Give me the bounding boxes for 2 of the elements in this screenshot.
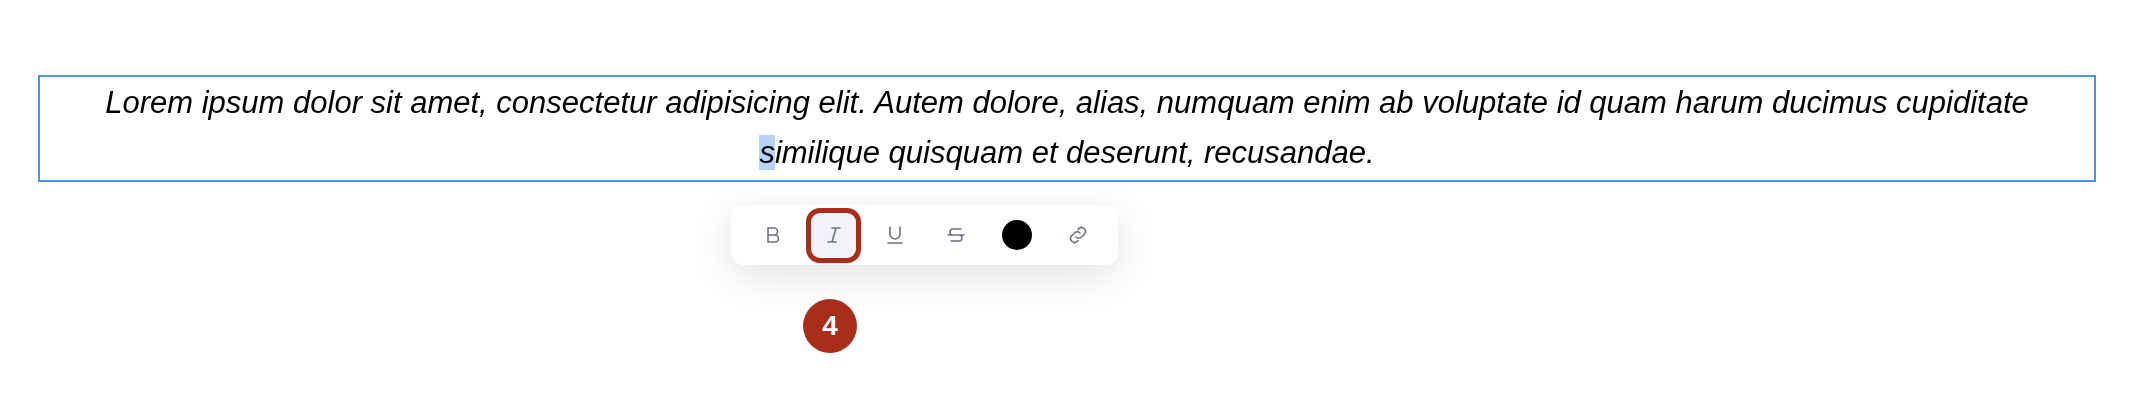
text-editor-paragraph[interactable]: Lorem ipsum dolor sit amet, consectetur adipisicing elit. Autem dolore, alias, numquam enim ab voluptate id quam harum ducimus cupiditate similique quisquam et deserunt, recusandae. xyxy=(38,75,2096,182)
step-badge: 4 xyxy=(803,299,857,353)
